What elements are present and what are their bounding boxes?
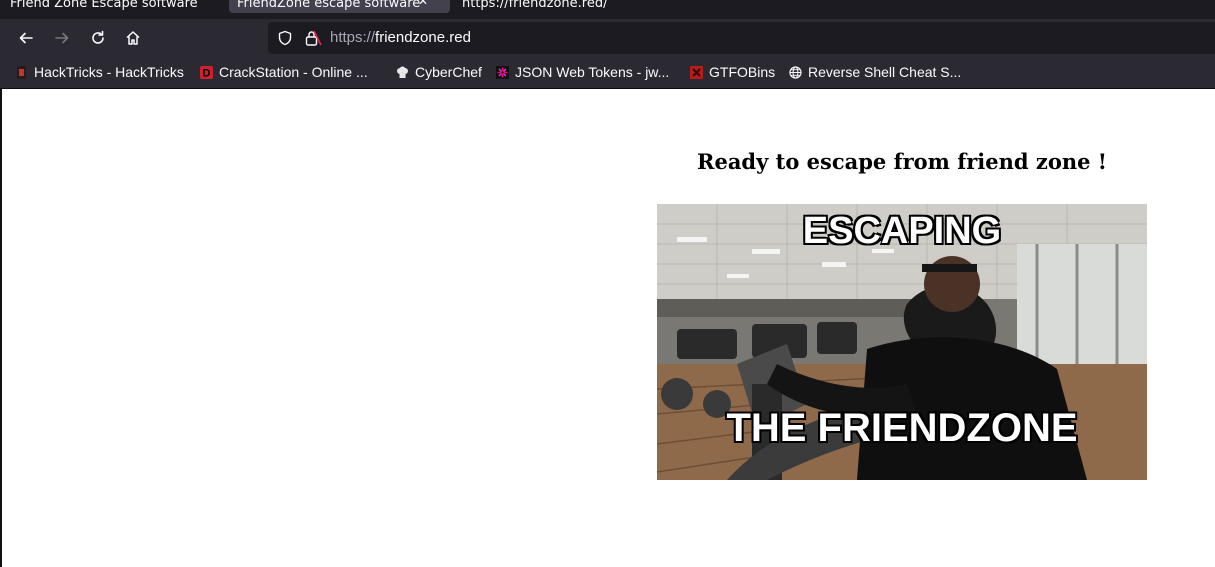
tracking-protection-shield-icon[interactable] xyxy=(277,30,293,46)
bookmark-hacktricks[interactable]: HackTricks - HackTricks xyxy=(15,56,184,88)
bookmark-reverse-shell[interactable]: Reverse Shell Cheat S... xyxy=(789,56,961,88)
address-bar[interactable]: https://friendzone.red xyxy=(268,22,1215,54)
chef-hat-icon xyxy=(397,66,408,78)
meme-image: ESCAPING THE FRIENDZONE xyxy=(657,204,1147,480)
tab-friend-zone-escape[interactable]: Friend Zone Escape software xyxy=(10,0,210,13)
meme-bottom-caption: THE FRIENDZONE xyxy=(726,406,1078,450)
url-host: friendzone.red xyxy=(375,29,471,46)
url-scheme: https:// xyxy=(330,29,376,46)
home-icon xyxy=(126,31,140,45)
bookmark-label: CrackStation - Online ... xyxy=(219,64,368,80)
forward-arrow-icon xyxy=(55,32,69,44)
tab-friendzone-escape-active[interactable]: FriendZone escape software xyxy=(229,0,450,13)
page-content: Ready to escape from friend zone ! ESCAP… xyxy=(0,89,1215,567)
crackstation-icon: D xyxy=(200,65,213,79)
gtfobins-icon xyxy=(690,65,703,79)
reload-button[interactable] xyxy=(86,26,110,50)
bookmark-label: GTFOBins xyxy=(709,64,776,80)
bookmark-cyberchef[interactable]: CyberChef xyxy=(396,56,482,88)
bookmark-label: CyberChef xyxy=(415,64,482,80)
url-text[interactable]: https://friendzone.red xyxy=(330,22,471,54)
close-tab-icon[interactable]: ✕ xyxy=(418,0,428,8)
bookmark-label: JSON Web Tokens - jw... xyxy=(515,64,670,80)
meme-top-caption: ESCAPING xyxy=(802,210,1002,252)
back-arrow-icon xyxy=(19,32,33,44)
navigation-toolbar: https://friendzone.red xyxy=(0,19,1215,56)
bookmark-gtfobins[interactable]: GTFOBins xyxy=(690,56,775,88)
hacktricks-icon xyxy=(17,65,26,79)
bookmark-label: Reverse Shell Cheat S... xyxy=(808,64,962,80)
bookmarks-toolbar: HackTricks - HackTricks D CrackStation -… xyxy=(0,56,1215,89)
forward-button[interactable] xyxy=(50,26,74,50)
back-button[interactable] xyxy=(14,26,38,50)
jwt-icon xyxy=(496,65,509,79)
bookmark-label: HackTricks - HackTricks xyxy=(34,64,184,80)
page-headline: Ready to escape from friend zone ! xyxy=(697,149,1107,174)
bookmark-crackstation[interactable]: D CrackStation - Online ... xyxy=(200,56,368,88)
tab-strip: Friend Zone Escape software FriendZone e… xyxy=(0,0,1215,19)
tab-friendzone-url[interactable]: https://friendzone.red/ xyxy=(462,0,702,13)
reload-icon xyxy=(92,30,104,44)
svg-text:D: D xyxy=(203,67,211,79)
globe-icon xyxy=(789,65,802,79)
insecure-lock-icon[interactable] xyxy=(304,29,322,47)
home-button[interactable] xyxy=(121,26,145,50)
bookmark-jwt[interactable]: JSON Web Tokens - jw... xyxy=(496,56,669,88)
